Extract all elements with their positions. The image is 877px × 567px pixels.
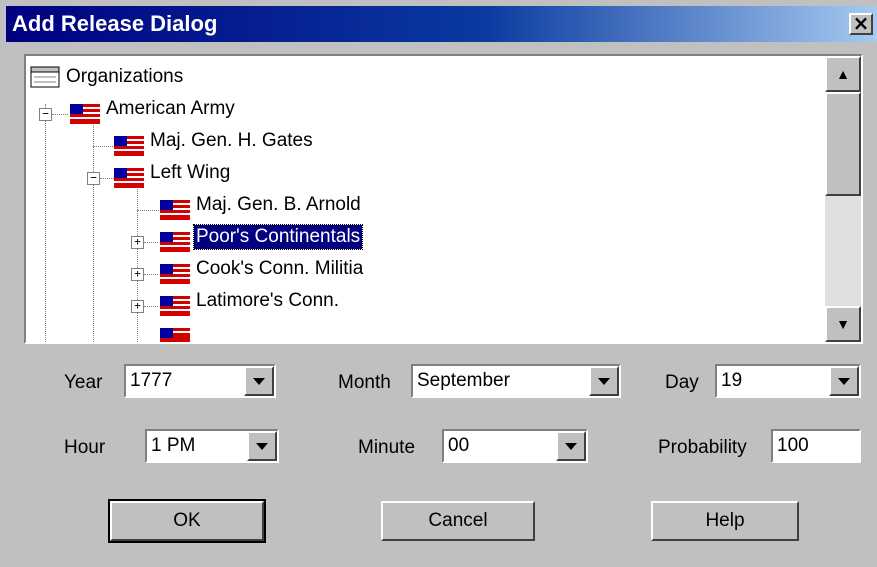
flag-icon <box>160 232 190 252</box>
chevron-down-icon[interactable] <box>829 366 859 396</box>
tree-node-left-wing[interactable]: Left Wing <box>148 158 232 188</box>
tree-node-gates[interactable]: Maj. Gen. H. Gates <box>148 126 315 156</box>
tree-node-cooks-militia[interactable]: Cook's Conn. Militia <box>194 254 365 284</box>
year-select[interactable]: 1777 <box>124 364 276 398</box>
tree-node-latimores-conn[interactable]: Latimore's Conn. <box>194 286 341 316</box>
scroll-up-button[interactable]: ▲ <box>825 56 861 92</box>
tree-node-poors-continentals[interactable]: Poor's Continentals <box>192 222 364 252</box>
flag-icon <box>160 264 190 284</box>
chevron-down-icon[interactable] <box>589 366 619 396</box>
tree-vertical-scrollbar[interactable]: ▲ ▼ <box>825 56 861 342</box>
month-value: September <box>417 370 510 391</box>
ok-button[interactable]: OK <box>108 499 266 543</box>
flag-icon <box>160 200 190 220</box>
year-value: 1777 <box>130 370 173 391</box>
tree-connector <box>52 114 68 115</box>
tree-node-arnold[interactable]: Maj. Gen. B. Arnold <box>194 190 363 220</box>
cancel-button[interactable]: Cancel <box>381 501 535 541</box>
flag-icon <box>70 104 100 124</box>
minute-value: 00 <box>448 435 470 456</box>
expand-icon[interactable]: + <box>131 300 144 313</box>
tree-connector <box>137 210 159 211</box>
organizations-tree[interactable]: Organizations − American Army Maj. Gen. … <box>24 54 863 344</box>
collapse-icon[interactable]: − <box>39 108 52 121</box>
tree-connector <box>144 274 158 275</box>
expand-icon[interactable]: + <box>131 236 144 249</box>
scroll-thumb[interactable] <box>825 92 861 196</box>
close-button[interactable]: × <box>849 13 873 35</box>
minute-select[interactable]: 00 <box>442 429 588 463</box>
day-value: 19 <box>721 370 743 391</box>
minute-label: Minute <box>358 437 416 458</box>
probability-label: Probability <box>658 437 747 458</box>
month-select[interactable]: September <box>411 364 621 398</box>
hour-label: Hour <box>64 437 106 458</box>
tree-connector <box>144 306 158 307</box>
chevron-down-icon[interactable] <box>247 431 277 461</box>
tree-connector <box>100 178 114 179</box>
tree-content: Organizations − American Army Maj. Gen. … <box>26 56 825 342</box>
tree-connector <box>93 146 113 147</box>
dialog-title: Add Release Dialog <box>12 11 218 36</box>
collapse-icon[interactable]: − <box>87 172 100 185</box>
flag-icon <box>160 296 190 316</box>
tree-node-american-army[interactable]: American Army <box>104 94 237 124</box>
day-label: Day <box>665 372 699 393</box>
flag-icon <box>160 328 190 342</box>
hour-value: 1 PM <box>151 435 196 456</box>
scroll-down-button[interactable]: ▼ <box>825 306 861 342</box>
tree-connector <box>144 242 158 243</box>
tree-node-organizations[interactable]: Organizations <box>64 62 185 92</box>
day-select[interactable]: 19 <box>715 364 861 398</box>
hour-select[interactable]: 1 PM <box>145 429 279 463</box>
tree-connector <box>45 104 46 342</box>
expand-icon[interactable]: + <box>131 268 144 281</box>
chevron-down-icon[interactable] <box>556 431 586 461</box>
year-label: Year <box>64 372 103 393</box>
probability-input[interactable]: 100 <box>771 429 861 463</box>
tree-connector <box>93 122 94 342</box>
help-button[interactable]: Help <box>651 501 799 541</box>
chevron-down-icon[interactable] <box>244 366 274 396</box>
add-release-dialog: Add Release Dialog × Organizations − Ame… <box>0 0 877 567</box>
org-icon <box>30 66 60 88</box>
title-bar[interactable]: Add Release Dialog × <box>6 6 877 42</box>
month-label: Month <box>338 372 391 393</box>
flag-icon <box>114 168 144 188</box>
flag-icon <box>114 136 144 156</box>
